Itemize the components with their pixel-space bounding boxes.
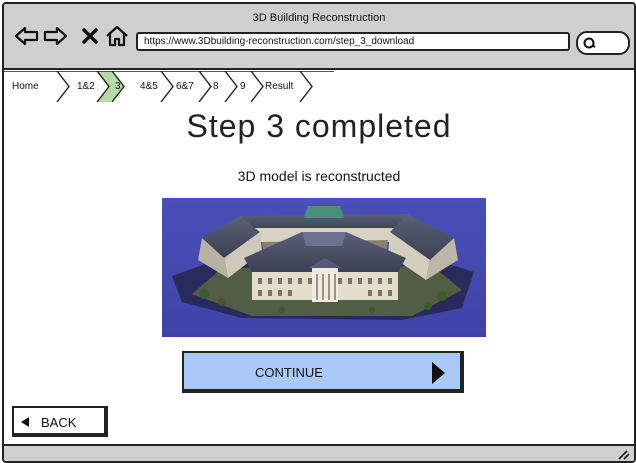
page-title: Step 3 completed (186, 108, 452, 144)
breadcrumb-step-3[interactable]: 3 (115, 81, 121, 92)
breadcrumb-step-9[interactable]: 9 (240, 81, 246, 92)
building-model-graphic (162, 198, 486, 337)
breadcrumb-home[interactable]: Home (12, 81, 39, 92)
window-title: 3D Building Reconstruction (252, 12, 386, 24)
home-icon[interactable] (104, 24, 130, 48)
breadcrumb-step-4-5[interactable]: 4&5 (140, 81, 158, 92)
resize-grip-icon[interactable] (616, 448, 630, 460)
back-button[interactable]: BACK (12, 406, 108, 437)
back-arrow-icon (21, 417, 29, 427)
building-model-image (162, 198, 486, 337)
breadcrumb: Home 1&2 3 4&5 6&7 8 9 Result (4, 71, 334, 102)
browser-chrome: 3D Building Reconstruction https://www.3… (4, 4, 634, 70)
breadcrumb-step-6-7[interactable]: 6&7 (176, 81, 194, 92)
breadcrumb-result[interactable]: Result (265, 81, 293, 92)
search-field[interactable] (576, 31, 630, 55)
page-subtitle: 3D model is reconstructed (237, 168, 401, 184)
play-arrow-icon (432, 362, 445, 384)
back-arrow-icon[interactable] (14, 24, 40, 48)
status-bar (4, 444, 634, 461)
continue-button-label: CONTINUE (255, 365, 323, 380)
breadcrumb-step-1-2[interactable]: 1&2 (77, 81, 95, 92)
url-bar[interactable]: https://www.3Dbuilding-reconstruction.co… (136, 32, 570, 51)
back-button-label: BACK (41, 415, 77, 430)
search-icon (583, 37, 596, 49)
breadcrumb-step-8[interactable]: 8 (213, 81, 219, 92)
forward-arrow-icon[interactable] (42, 24, 68, 48)
continue-button[interactable]: CONTINUE (182, 351, 464, 393)
browser-window: 3D Building Reconstruction https://www.3… (2, 2, 636, 463)
close-icon[interactable] (78, 24, 104, 48)
